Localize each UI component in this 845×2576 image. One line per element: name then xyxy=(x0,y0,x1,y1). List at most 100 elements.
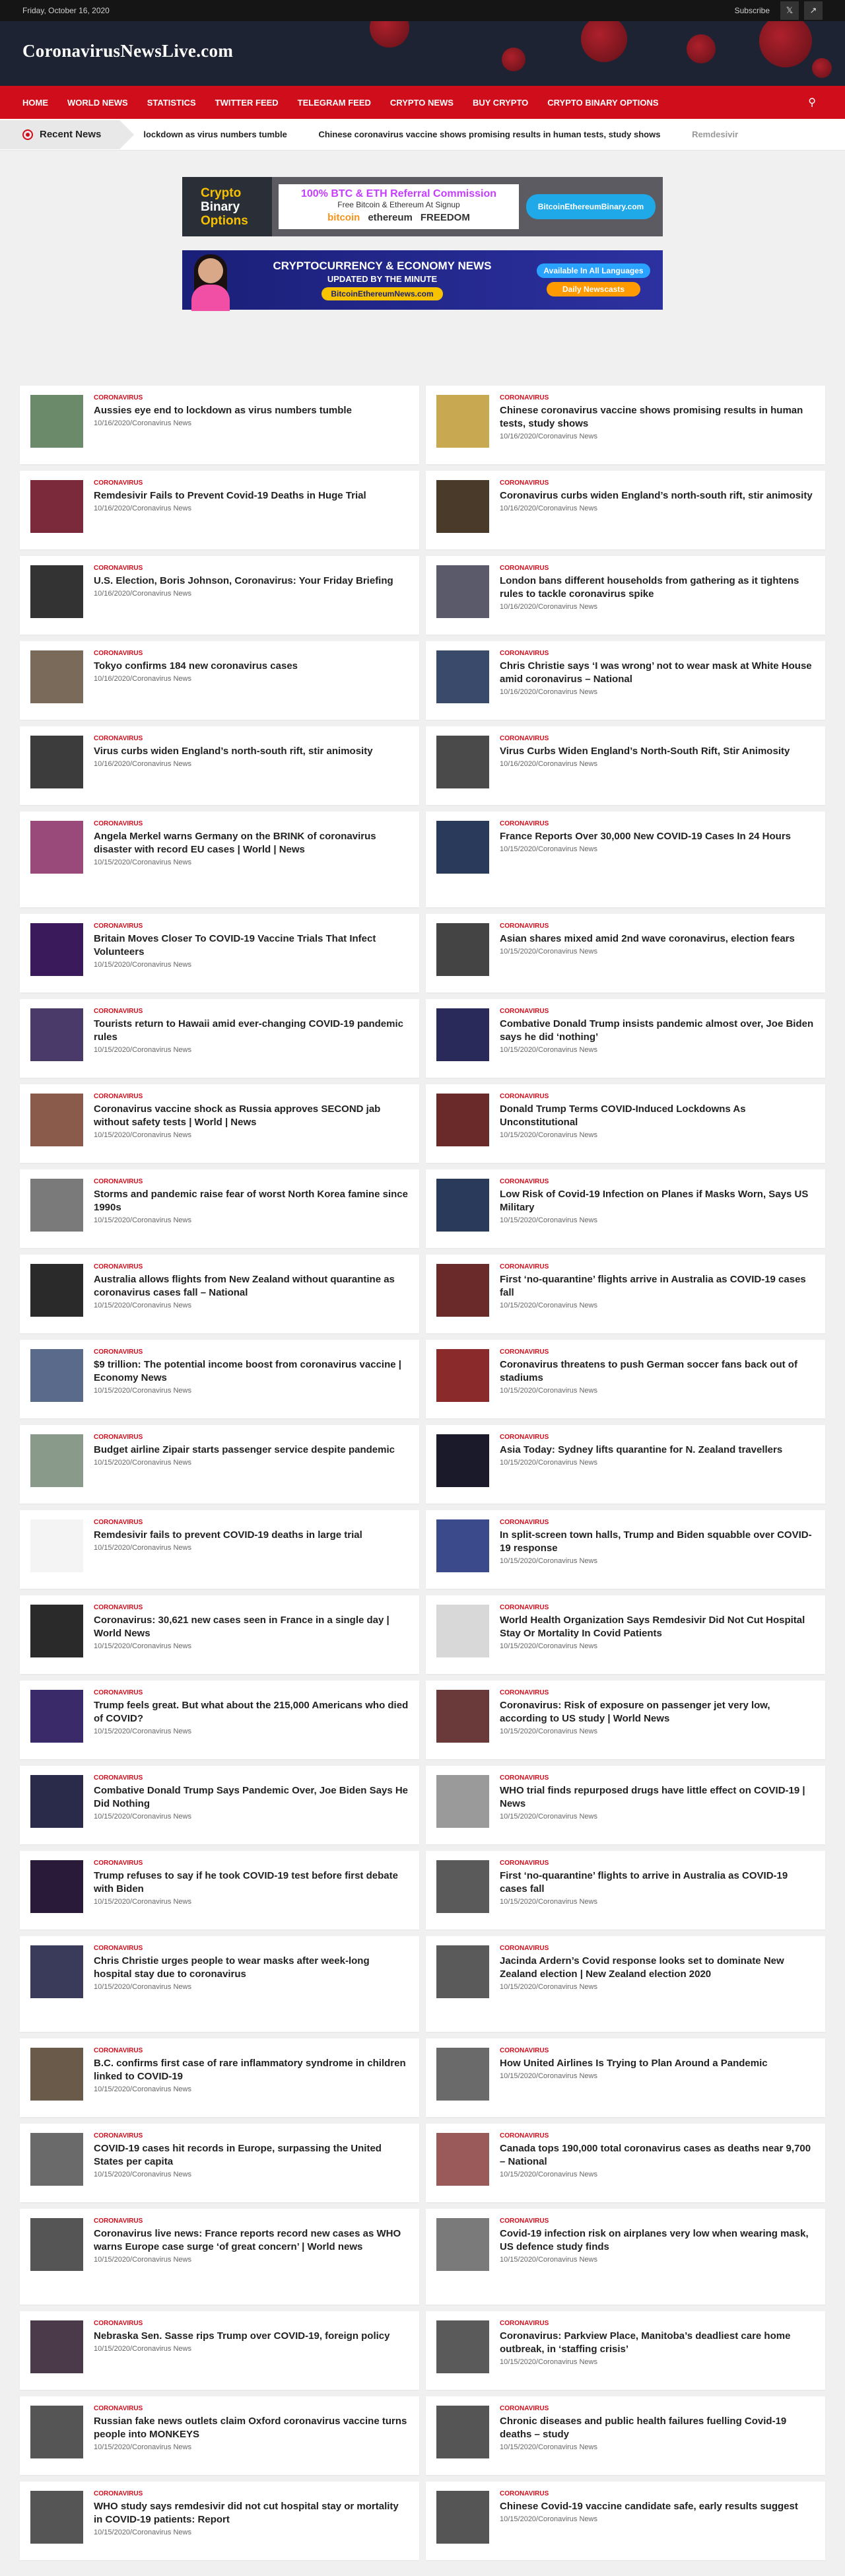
nav-item-home[interactable]: HOME xyxy=(22,98,48,108)
article-card[interactable]: CORONAVIRUS Jacinda Ardern’s Covid respon… xyxy=(426,1936,825,2032)
article-category[interactable]: CORONAVIRUS xyxy=(500,1860,815,1867)
article-title[interactable]: Tokyo confirms 184 new coronavirus cases xyxy=(94,660,409,673)
article-title[interactable]: WHO trial finds repurposed drugs have li… xyxy=(500,1784,815,1811)
article-title[interactable]: Combative Donald Trump insists pandemic … xyxy=(500,1018,815,1044)
article-thumbnail[interactable] xyxy=(30,1775,83,1828)
external-link-icon[interactable]: ↗ xyxy=(804,1,823,20)
article-title[interactable]: Coronavirus: Risk of exposure on passeng… xyxy=(500,1699,815,1725)
article-thumbnail[interactable] xyxy=(30,2218,83,2271)
article-card[interactable]: CORONAVIRUS In split-screen town halls, T… xyxy=(426,1510,825,1589)
article-title[interactable]: France Reports Over 30,000 New COVID-19 … xyxy=(500,830,815,843)
site-logo[interactable]: CoronavirusNewsLive.com xyxy=(22,41,233,61)
article-title[interactable]: Chris Christie urges people to wear mask… xyxy=(94,1955,409,1981)
article-title[interactable]: Coronavirus live news: France reports re… xyxy=(94,2227,409,2254)
search-icon[interactable]: ⚲ xyxy=(808,96,816,109)
article-thumbnail[interactable] xyxy=(30,1008,83,1061)
article-thumbnail[interactable] xyxy=(30,1349,83,1402)
article-card[interactable]: CORONAVIRUS Coronavirus vaccine shock as … xyxy=(20,1084,419,1163)
article-title[interactable]: Chris Christie says ‘I was wrong’ not to… xyxy=(500,660,815,686)
article-category[interactable]: CORONAVIRUS xyxy=(500,1604,815,1611)
ticker-item[interactable]: Chinese coronavirus vaccine shows promis… xyxy=(318,129,660,139)
article-card[interactable]: CORONAVIRUS First ‘no-quarantine’ flights… xyxy=(426,1851,825,1930)
article-category[interactable]: CORONAVIRUS xyxy=(500,820,815,827)
article-thumbnail[interactable] xyxy=(30,2320,83,2373)
article-card[interactable]: CORONAVIRUS Canada tops 190,000 total cor… xyxy=(426,2124,825,2202)
nav-item-crypto-binary-options[interactable]: CRYPTO BINARY OPTIONS xyxy=(547,98,658,108)
article-title[interactable]: Remdesivir Fails to Prevent Covid-19 Dea… xyxy=(94,489,409,503)
article-title[interactable]: COVID-19 cases hit records in Europe, su… xyxy=(94,2142,409,2169)
article-category[interactable]: CORONAVIRUS xyxy=(94,1263,409,1271)
article-thumbnail[interactable] xyxy=(436,1179,489,1232)
article-card[interactable]: CORONAVIRUS Coronavirus curbs widen Engla… xyxy=(426,471,825,549)
article-category[interactable]: CORONAVIRUS xyxy=(500,2320,815,2327)
article-card[interactable]: CORONAVIRUS Nebraska Sen. Sasse rips Trum… xyxy=(20,2311,419,2390)
nav-item-crypto-news[interactable]: CRYPTO NEWS xyxy=(390,98,454,108)
article-category[interactable]: CORONAVIRUS xyxy=(500,479,815,487)
article-thumbnail[interactable] xyxy=(30,736,83,788)
article-title[interactable]: Coronavirus threatens to push German soc… xyxy=(500,1358,815,1385)
article-card[interactable]: CORONAVIRUS First ‘no-quarantine’ flights… xyxy=(426,1255,825,1333)
article-thumbnail[interactable] xyxy=(30,1690,83,1743)
article-title[interactable]: Russian fake news outlets claim Oxford c… xyxy=(94,2415,409,2441)
ticker-item[interactable]: lockdown as virus numbers tumble xyxy=(143,129,287,139)
article-title[interactable]: Britain Moves Closer To COVID-19 Vaccine… xyxy=(94,932,409,959)
article-category[interactable]: CORONAVIRUS xyxy=(500,2132,815,2140)
article-category[interactable]: CORONAVIRUS xyxy=(94,820,409,827)
article-card[interactable]: CORONAVIRUS Russian fake news outlets cla… xyxy=(20,2396,419,2475)
article-category[interactable]: CORONAVIRUS xyxy=(500,1945,815,1952)
nav-item-buy-crypto[interactable]: BUY CRYPTO xyxy=(473,98,528,108)
article-title[interactable]: London bans different households from ga… xyxy=(500,574,815,601)
article-title[interactable]: $9 trillion: The potential income boost … xyxy=(94,1358,409,1385)
article-thumbnail[interactable] xyxy=(436,1775,489,1828)
article-category[interactable]: CORONAVIRUS xyxy=(94,479,409,487)
article-title[interactable]: First ‘no-quarantine’ flights arrive in … xyxy=(500,1273,815,1300)
article-title[interactable]: Storms and pandemic raise fear of worst … xyxy=(94,1188,409,1214)
article-thumbnail[interactable] xyxy=(30,650,83,703)
article-thumbnail[interactable] xyxy=(30,2406,83,2458)
article-title[interactable]: Australia allows flights from New Zealan… xyxy=(94,1273,409,1300)
article-title[interactable]: Chronic diseases and public health failu… xyxy=(500,2415,815,2441)
article-card[interactable]: CORONAVIRUS Aussies eye end to lockdown a… xyxy=(20,386,419,464)
article-category[interactable]: CORONAVIRUS xyxy=(94,650,409,657)
article-title[interactable]: Nebraska Sen. Sasse rips Trump over COVI… xyxy=(94,2330,409,2343)
article-thumbnail[interactable] xyxy=(436,1945,489,1998)
article-thumbnail[interactable] xyxy=(30,565,83,618)
article-title[interactable]: Coronavirus vaccine shock as Russia appr… xyxy=(94,1103,409,1129)
article-card[interactable]: CORONAVIRUS Remdesivir Fails to Prevent C… xyxy=(20,471,419,549)
article-category[interactable]: CORONAVIRUS xyxy=(500,2490,815,2497)
article-category[interactable]: CORONAVIRUS xyxy=(500,1774,815,1782)
article-category[interactable]: CORONAVIRUS xyxy=(500,1093,815,1100)
article-card[interactable]: CORONAVIRUS $9 trillion: The potential in… xyxy=(20,1340,419,1418)
article-title[interactable]: Asia Today: Sydney lifts quarantine for … xyxy=(500,1444,815,1457)
article-thumbnail[interactable] xyxy=(30,1179,83,1232)
article-card[interactable]: CORONAVIRUS Chinese Covid-19 vaccine cand… xyxy=(426,2482,825,2560)
article-title[interactable]: In split-screen town halls, Trump and Bi… xyxy=(500,1529,815,1555)
article-category[interactable]: CORONAVIRUS xyxy=(94,922,409,930)
article-thumbnail[interactable] xyxy=(436,736,489,788)
article-card[interactable]: CORONAVIRUS WHO study says remdesivir did… xyxy=(20,2482,419,2560)
article-card[interactable]: CORONAVIRUS Angela Merkel warns Germany o… xyxy=(20,812,419,907)
article-title[interactable]: Coronavirus: 30,621 new cases seen in Fr… xyxy=(94,1614,409,1640)
article-thumbnail[interactable] xyxy=(436,2048,489,2101)
article-title[interactable]: Virus curbs widen England’s north-south … xyxy=(94,745,409,758)
article-thumbnail[interactable] xyxy=(436,923,489,976)
article-card[interactable]: CORONAVIRUS Tokyo confirms 184 new corona… xyxy=(20,641,419,720)
article-card[interactable]: CORONAVIRUS Combative Donald Trump Says P… xyxy=(20,1766,419,1844)
article-category[interactable]: CORONAVIRUS xyxy=(94,1604,409,1611)
article-thumbnail[interactable] xyxy=(436,395,489,448)
article-category[interactable]: CORONAVIRUS xyxy=(500,1519,815,1526)
article-title[interactable]: Chinese coronavirus vaccine shows promis… xyxy=(500,404,815,431)
article-category[interactable]: CORONAVIRUS xyxy=(94,2405,409,2412)
article-card[interactable]: CORONAVIRUS Remdesivir fails to prevent C… xyxy=(20,1510,419,1589)
article-title[interactable]: Chinese Covid-19 vaccine candidate safe,… xyxy=(500,2500,815,2513)
article-thumbnail[interactable] xyxy=(436,2133,489,2186)
article-category[interactable]: CORONAVIRUS xyxy=(500,565,815,572)
article-title[interactable]: B.C. confirms first case of rare inflamm… xyxy=(94,2057,409,2083)
article-category[interactable]: CORONAVIRUS xyxy=(94,2132,409,2140)
article-category[interactable]: CORONAVIRUS xyxy=(94,1093,409,1100)
article-title[interactable]: Low Risk of Covid-19 Infection on Planes… xyxy=(500,1188,815,1214)
article-category[interactable]: CORONAVIRUS xyxy=(500,650,815,657)
article-category[interactable]: CORONAVIRUS xyxy=(94,1008,409,1015)
article-card[interactable]: CORONAVIRUS World Health Organization Say… xyxy=(426,1595,825,1674)
article-thumbnail[interactable] xyxy=(436,1094,489,1146)
